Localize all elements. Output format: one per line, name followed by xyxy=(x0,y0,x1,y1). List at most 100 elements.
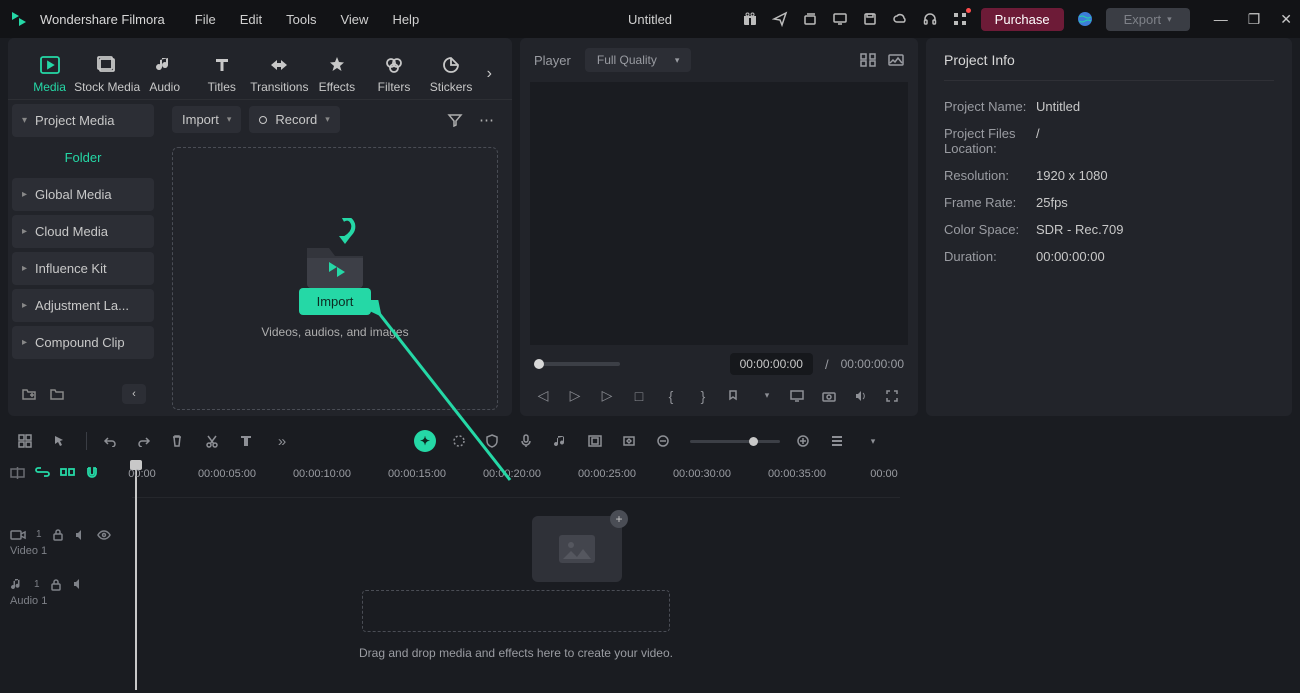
minimize-button[interactable]: ― xyxy=(1214,11,1228,28)
media-placeholder[interactable]: + xyxy=(532,516,622,582)
menu-file[interactable]: File xyxy=(195,12,216,27)
import-dropdown[interactable]: Import▾ xyxy=(172,106,241,133)
prev-frame-icon[interactable]: ◁ xyxy=(534,387,552,404)
next-frame-icon[interactable]: ▷ xyxy=(566,387,584,404)
more-icon[interactable]: ⋯ xyxy=(475,107,498,133)
tab-stickers[interactable]: Stickers xyxy=(424,54,479,94)
tab-transitions[interactable]: Transitions xyxy=(251,54,307,94)
tab-effects[interactable]: Effects xyxy=(309,54,364,94)
menu-edit[interactable]: Edit xyxy=(240,12,262,27)
add-media-icon[interactable]: + xyxy=(610,510,628,528)
menu-help[interactable]: Help xyxy=(392,12,419,27)
mark-out-icon[interactable]: } xyxy=(694,388,712,404)
timeline-ruler[interactable]: 00:00 00:00:05:00 00:00:10:00 00:00:15:0… xyxy=(132,460,900,498)
lock-icon[interactable] xyxy=(50,578,62,591)
mark-in-icon[interactable]: { xyxy=(662,388,680,404)
cloud-icon[interactable] xyxy=(891,10,909,28)
tree-adjustment-layer[interactable]: ▸Adjustment La... xyxy=(12,289,154,322)
quality-select[interactable]: Full Quality▾ xyxy=(585,48,692,72)
magnet-icon[interactable] xyxy=(85,466,99,480)
zoom-in-icon[interactable] xyxy=(796,434,814,448)
playhead[interactable] xyxy=(135,460,137,690)
screen-icon[interactable] xyxy=(831,10,849,28)
video-track-icon[interactable] xyxy=(10,529,26,541)
fullscreen-icon[interactable] xyxy=(886,390,904,402)
color-icon[interactable] xyxy=(452,434,470,448)
pointer-icon[interactable] xyxy=(52,434,70,448)
audio-track-icon[interactable] xyxy=(10,577,24,591)
headphones-icon[interactable] xyxy=(921,10,939,28)
grid-view-icon[interactable] xyxy=(860,53,876,67)
crop-icon[interactable] xyxy=(588,435,606,447)
music-beat-icon[interactable] xyxy=(554,434,572,448)
import-button[interactable]: Import xyxy=(299,288,372,315)
volume-icon[interactable] xyxy=(854,390,872,402)
tab-media[interactable]: Media xyxy=(22,54,77,94)
export-button[interactable]: Export▾ xyxy=(1106,8,1190,31)
tree-influence-kit[interactable]: ▸Influence Kit xyxy=(12,252,154,285)
keyframe-icon[interactable] xyxy=(622,435,640,447)
chevron-down-icon[interactable]: ▾ xyxy=(864,436,882,447)
ripple-icon[interactable] xyxy=(60,466,75,480)
globe-icon[interactable] xyxy=(1076,10,1094,28)
chevron-right-icon: ▸ xyxy=(22,300,27,311)
record-dropdown[interactable]: Record▾ xyxy=(249,106,339,133)
undo-icon[interactable] xyxy=(103,435,121,447)
tab-titles[interactable]: Titles xyxy=(194,54,249,94)
gift-icon[interactable] xyxy=(741,10,759,28)
new-bin-icon[interactable] xyxy=(48,385,66,403)
zoom-slider[interactable] xyxy=(690,440,780,443)
close-button[interactable]: ✕ xyxy=(1280,11,1292,28)
redo-icon[interactable] xyxy=(137,435,155,447)
text-icon[interactable] xyxy=(239,434,257,448)
send-icon[interactable] xyxy=(771,10,789,28)
menu-view[interactable]: View xyxy=(340,12,368,27)
snapshot-icon[interactable] xyxy=(888,53,904,67)
tabs-more-icon[interactable]: › xyxy=(481,65,498,83)
play-icon[interactable]: ▷ xyxy=(598,387,616,404)
mute-icon[interactable] xyxy=(74,529,87,541)
playback-slider[interactable] xyxy=(534,362,620,366)
mute-icon[interactable] xyxy=(72,578,85,590)
tab-stock-media[interactable]: Stock Media xyxy=(79,54,135,94)
eye-icon[interactable] xyxy=(97,530,111,540)
camera-icon[interactable] xyxy=(822,390,840,402)
zoom-out-icon[interactable] xyxy=(656,434,674,448)
lock-icon[interactable] xyxy=(52,528,64,541)
stickers-icon xyxy=(439,54,463,76)
layout-icon[interactable] xyxy=(18,434,36,448)
collapse-tree-button[interactable]: ‹ xyxy=(122,384,146,404)
ai-icon[interactable]: ✦ xyxy=(414,430,436,452)
tree-project-media[interactable]: ▾Project Media xyxy=(12,104,154,137)
menu-tools[interactable]: Tools xyxy=(286,12,316,27)
snap-main-icon[interactable] xyxy=(10,466,25,480)
maximize-button[interactable]: ❐ xyxy=(1248,11,1261,28)
marker-icon[interactable] xyxy=(726,389,744,403)
tree-compound-clip[interactable]: ▸Compound Clip xyxy=(12,326,154,359)
new-folder-icon[interactable] xyxy=(20,385,38,403)
apps-icon[interactable] xyxy=(951,10,969,28)
filter-icon[interactable] xyxy=(443,109,467,131)
tree-cloud-media[interactable]: ▸Cloud Media xyxy=(12,215,154,248)
import-drop-zone[interactable]: Import Videos, audios, and images xyxy=(172,147,498,410)
queue-icon[interactable] xyxy=(801,10,819,28)
timeline-drop-zone[interactable] xyxy=(362,590,670,632)
tab-filters[interactable]: Filters xyxy=(366,54,421,94)
display-icon[interactable] xyxy=(790,390,808,402)
mic-icon[interactable] xyxy=(520,434,538,448)
link-icon[interactable] xyxy=(35,466,50,480)
chevron-down-icon[interactable]: ▾ xyxy=(758,390,776,401)
delete-icon[interactable] xyxy=(171,434,189,448)
cut-icon[interactable] xyxy=(205,434,223,448)
purchase-button[interactable]: Purchase xyxy=(981,8,1064,31)
track-height-icon[interactable] xyxy=(830,435,848,447)
shield-icon[interactable] xyxy=(486,434,504,448)
tree-folder[interactable]: Folder xyxy=(12,141,154,174)
more-tools-icon[interactable]: » xyxy=(273,433,291,450)
save-icon[interactable] xyxy=(861,10,879,28)
chevron-down-icon: ▾ xyxy=(325,114,330,125)
stop-icon[interactable]: □ xyxy=(630,388,648,404)
tab-audio[interactable]: Audio xyxy=(137,54,192,94)
timeline-hint: Drag and drop media and effects here to … xyxy=(132,646,900,660)
tree-global-media[interactable]: ▸Global Media xyxy=(12,178,154,211)
